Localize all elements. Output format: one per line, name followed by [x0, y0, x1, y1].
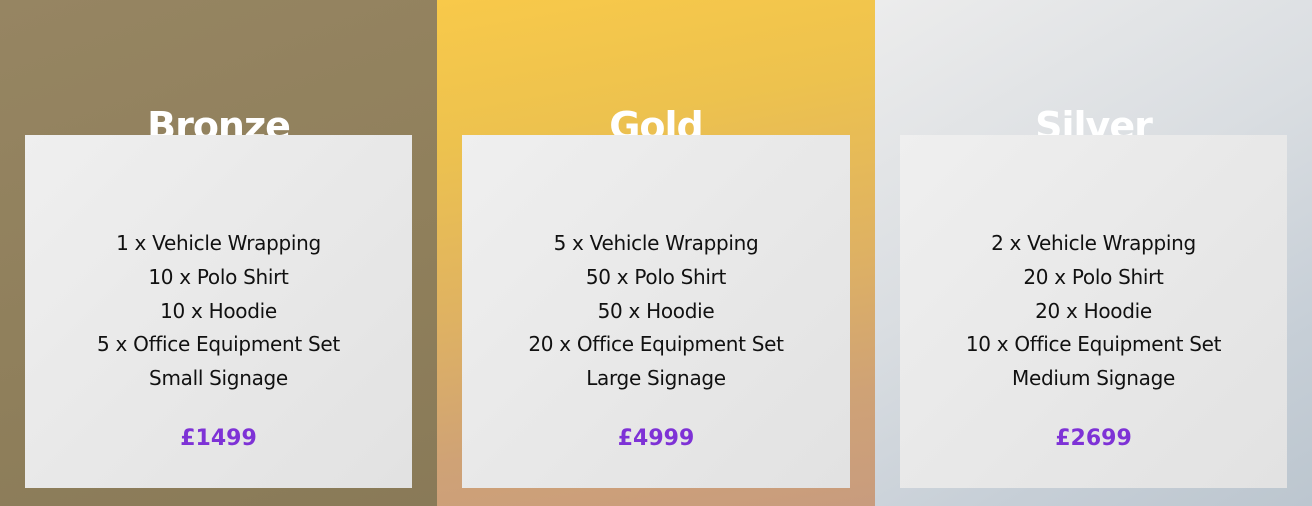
tier-item: Medium Signage: [1011, 366, 1175, 391]
tier-column-gold: Gold 5 x Vehicle Wrapping 50 x Polo Shir…: [437, 0, 875, 506]
tier-item: 1 x Vehicle Wrapping: [116, 231, 321, 255]
tier-column-bronze: Bronze 1 x Vehicle Wrapping 10 x Polo Sh…: [0, 0, 437, 506]
tier-item: 5 x Vehicle Wrapping: [553, 231, 759, 255]
tier-item: 20 x Polo Shirt: [1023, 264, 1164, 289]
tier-card: 2 x Vehicle Wrapping 20 x Polo Shirt 20 …: [900, 135, 1287, 488]
tier-item: 5 x Office Equipment Set: [97, 332, 340, 357]
tier-item: 10 x Office Equipment Set: [965, 332, 1222, 357]
tier-price: £1499: [180, 426, 257, 451]
tier-item: 10 x Polo Shirt: [148, 264, 289, 289]
tier-item-list: 1 x Vehicle Wrapping 10 x Polo Shirt 10 …: [25, 227, 412, 396]
tier-item-list: 5 x Vehicle Wrapping 50 x Polo Shirt 50 …: [462, 227, 850, 396]
pricing-tiers: Bronze 1 x Vehicle Wrapping 10 x Polo Sh…: [0, 0, 1312, 506]
tier-card: 5 x Vehicle Wrapping 50 x Polo Shirt 50 …: [462, 135, 850, 488]
tier-item: 20 x Office Equipment Set: [528, 332, 784, 357]
tier-card: 1 x Vehicle Wrapping 10 x Polo Shirt 10 …: [25, 135, 412, 488]
tier-item: Small Signage: [149, 366, 288, 391]
tier-item-list: 2 x Vehicle Wrapping 20 x Polo Shirt 20 …: [900, 227, 1287, 396]
tier-item: 50 x Hoodie: [597, 298, 715, 323]
tier-item: 20 x Hoodie: [1035, 298, 1152, 323]
tier-column-silver: Silver 2 x Vehicle Wrapping 20 x Polo Sh…: [875, 0, 1312, 506]
tier-item: 50 x Polo Shirt: [585, 264, 727, 289]
tier-item: Large Signage: [586, 366, 726, 391]
tier-price: £4999: [617, 426, 695, 451]
tier-item: 10 x Hoodie: [160, 298, 277, 323]
tier-price: £2699: [1055, 426, 1132, 451]
tier-item: 2 x Vehicle Wrapping: [991, 231, 1196, 255]
